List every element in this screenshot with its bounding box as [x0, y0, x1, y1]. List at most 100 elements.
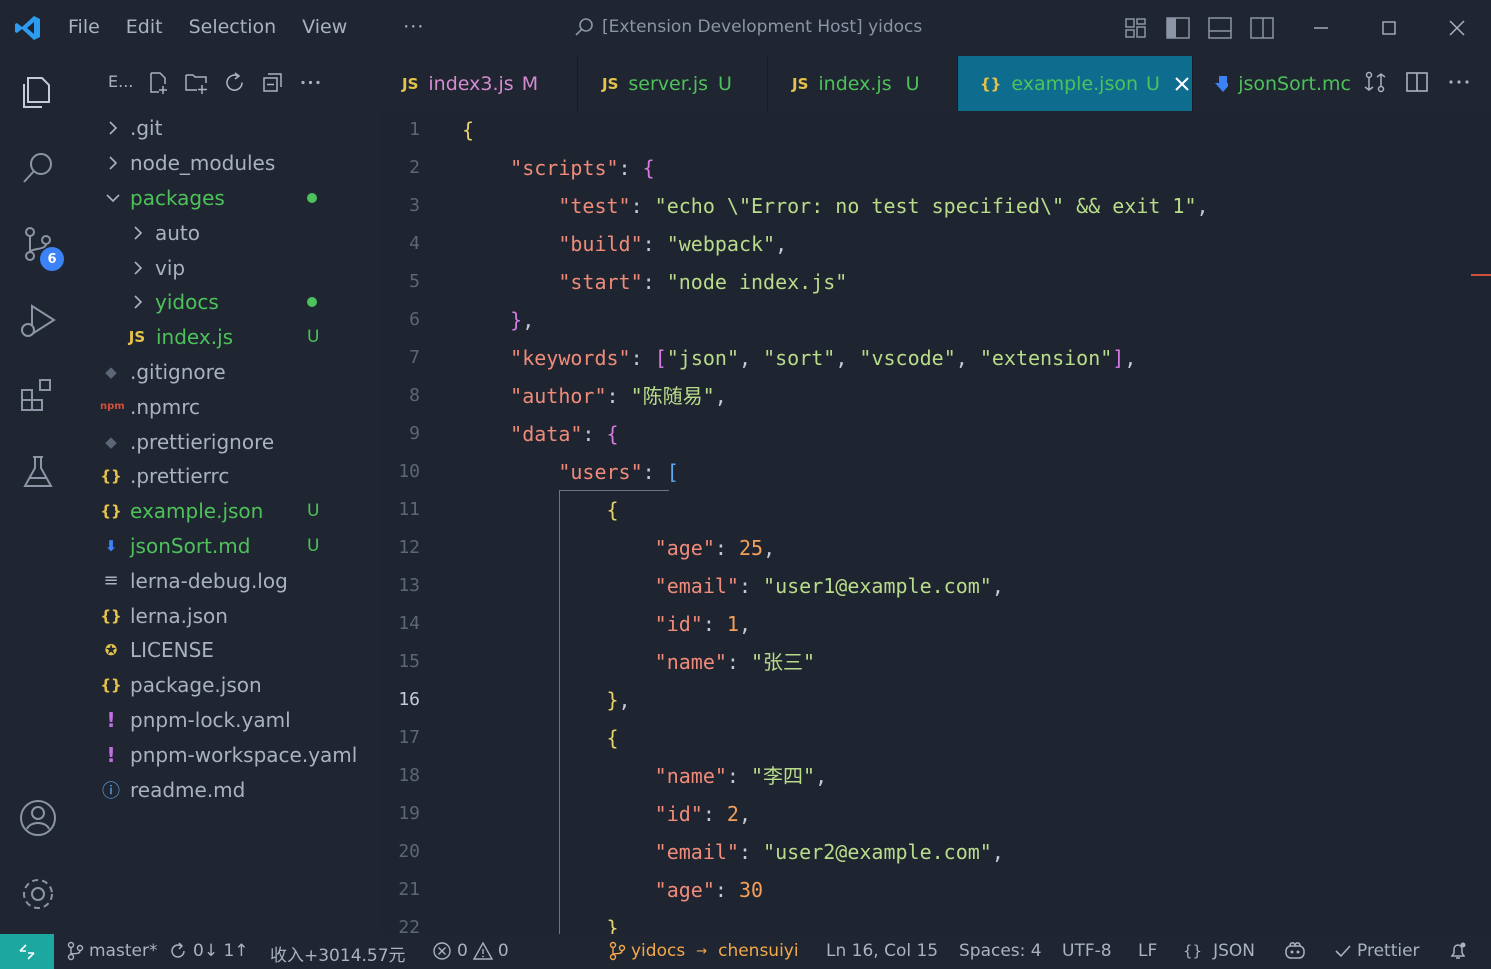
- minimize-button[interactable]: [1287, 0, 1355, 56]
- json-file-icon: {}: [100, 676, 122, 695]
- line-number: 18: [398, 765, 420, 786]
- editor-tabs: JS index3.js M JS server.js U JS index.j…: [380, 56, 1491, 111]
- tree-item-label: readme.md: [130, 777, 246, 802]
- chevron-right-icon[interactable]: [106, 121, 120, 135]
- tree-item[interactable]: ! pnpm-lock.yaml: [76, 703, 380, 738]
- tree-item[interactable]: ⬇ jsonSort.md U: [76, 529, 380, 564]
- language-mode[interactable]: {} JSON: [1183, 941, 1255, 961]
- refresh-icon[interactable]: [222, 70, 247, 95]
- chevron-down-icon[interactable]: [106, 191, 120, 205]
- tree-item[interactable]: {} lerna.json: [76, 598, 380, 633]
- yaml-file-icon: !: [106, 742, 116, 767]
- yaml-file-icon: !: [106, 707, 116, 732]
- close-window-button[interactable]: [1423, 0, 1491, 56]
- tree-item[interactable]: {} example.json U: [76, 494, 380, 529]
- new-file-icon[interactable]: [146, 70, 171, 95]
- tab-index-js[interactable]: JS index.js U: [768, 56, 958, 111]
- income-indicator[interactable]: 收入+3014.57元: [270, 941, 406, 966]
- minimize-icon: [1314, 27, 1328, 29]
- chevron-right-icon[interactable]: [131, 226, 145, 240]
- tree-item[interactable]: packages: [76, 181, 380, 216]
- toggle-secondary-sidebar-icon[interactable]: [1249, 16, 1275, 40]
- code-line: "id": 1,: [654, 612, 752, 636]
- tab-index3-js[interactable]: JS index3.js M: [380, 56, 578, 111]
- chevron-right-icon[interactable]: [131, 295, 145, 309]
- tab-jsonsort-md[interactable]: jsonSort.mc: [1193, 56, 1351, 111]
- tab-example-json[interactable]: {} example.json U: [958, 56, 1193, 111]
- menu-view[interactable]: View: [302, 16, 347, 38]
- code-line: "author": "陈随易",: [510, 384, 727, 408]
- close-icon[interactable]: [1174, 76, 1190, 92]
- collapse-all-icon[interactable]: [260, 70, 285, 95]
- problems-indicator[interactable]: 0 0: [432, 941, 509, 961]
- branch-indicator[interactable]: master*: [66, 941, 157, 961]
- tree-item[interactable]: yidocs: [76, 285, 380, 320]
- toggle-primary-sidebar-icon[interactable]: [1165, 16, 1191, 40]
- chevron-right-icon[interactable]: [106, 156, 120, 170]
- run-debug-icon[interactable]: [18, 300, 58, 340]
- menu-selection[interactable]: Selection: [189, 16, 277, 38]
- tree-item[interactable]: ◆ .prettierignore: [76, 424, 380, 459]
- tree-item[interactable]: {} package.json: [76, 668, 380, 703]
- tree-item-label: jsonSort.md: [130, 533, 251, 558]
- line-number: 7: [409, 347, 420, 368]
- encoding[interactable]: UTF-8: [1062, 941, 1112, 961]
- code-line: "start": "node index.js": [558, 270, 848, 294]
- tree-item-label: yidocs: [155, 290, 219, 315]
- more-actions-icon[interactable]: [1447, 70, 1471, 94]
- tab-server-js[interactable]: JS server.js U: [578, 56, 768, 111]
- remote-indicator[interactable]: [0, 934, 54, 969]
- split-editor-icon[interactable]: [1405, 70, 1429, 94]
- maximize-button[interactable]: [1355, 0, 1423, 56]
- explorer-icon[interactable]: [18, 72, 58, 112]
- explorer-actions: [146, 70, 323, 95]
- toggle-panel-icon[interactable]: [1207, 16, 1233, 40]
- new-folder-icon[interactable]: [184, 70, 209, 95]
- extensions-icon[interactable]: [18, 376, 58, 416]
- command-center[interactable]: [Extension Development Host] yidocs: [574, 17, 922, 37]
- copilot-indicator[interactable]: [1283, 941, 1307, 961]
- tree-item[interactable]: JS index.js U: [76, 320, 380, 355]
- tree-item[interactable]: .git: [76, 111, 380, 146]
- md-file-icon: ⬇: [104, 536, 118, 555]
- line-number: 5: [409, 271, 420, 292]
- notifications[interactable]: [1448, 941, 1468, 961]
- account-icon[interactable]: [18, 798, 58, 838]
- tree-item[interactable]: ! pnpm-workspace.yaml: [76, 737, 380, 772]
- search-icon[interactable]: [18, 148, 58, 188]
- cursor-position-text: Ln 16, Col 15: [826, 941, 939, 961]
- cursor-position[interactable]: Ln 16, Col 15: [826, 941, 938, 961]
- menu-file[interactable]: File: [68, 16, 100, 38]
- sync-indicator[interactable]: 0↓ 1↑: [168, 941, 249, 961]
- prettier-indicator[interactable]: Prettier: [1334, 941, 1420, 961]
- testing-flask-icon[interactable]: [18, 452, 58, 492]
- gear-icon[interactable]: [18, 874, 58, 914]
- tree-item[interactable]: ⓘ readme.md: [76, 772, 380, 807]
- customize-layout-icon[interactable]: [1123, 16, 1149, 40]
- code-content[interactable]: { "scripts": { "test": "echo \"Error: no…: [462, 111, 1209, 934]
- end-of-line[interactable]: LF: [1138, 941, 1157, 961]
- code-editor[interactable]: 1 2 3 4 5 6 7 8 9 10 11 12 13 14 15 16 17 18 19 20 21 22 { "s…: [380, 111, 1491, 934]
- editor-actions: [1363, 70, 1471, 94]
- tree-item[interactable]: ≡ lerna-debug.log: [76, 563, 380, 598]
- indentation[interactable]: Spaces: 4: [959, 941, 1042, 961]
- menu-edit[interactable]: Edit: [126, 16, 163, 38]
- menu-more[interactable]: ···: [403, 16, 424, 38]
- tree-item[interactable]: auto: [76, 215, 380, 250]
- tree-item[interactable]: {} .prettierrc: [76, 459, 380, 494]
- repo-indicator[interactable]: yidocs → chensuiyi: [608, 941, 799, 961]
- code-line: }: [606, 916, 619, 934]
- tab-status: U: [718, 72, 732, 95]
- tree-item[interactable]: vip: [76, 250, 380, 285]
- more-actions-icon[interactable]: [298, 70, 323, 95]
- scrollbar-marker[interactable]: [1471, 274, 1491, 276]
- line-number: 16: [398, 689, 420, 710]
- code-line: "keywords": ["json", "sort", "vscode", "…: [510, 346, 1137, 370]
- tree-item[interactable]: node_modules: [76, 146, 380, 181]
- compare-changes-icon[interactable]: [1363, 70, 1387, 94]
- tree-item[interactable]: ✪ LICENSE: [76, 633, 380, 668]
- tree-item[interactable]: npm .npmrc: [76, 389, 380, 424]
- tree-item[interactable]: ◆ .gitignore: [76, 355, 380, 390]
- chevron-right-icon[interactable]: [131, 261, 145, 275]
- tab-status: M: [521, 72, 539, 95]
